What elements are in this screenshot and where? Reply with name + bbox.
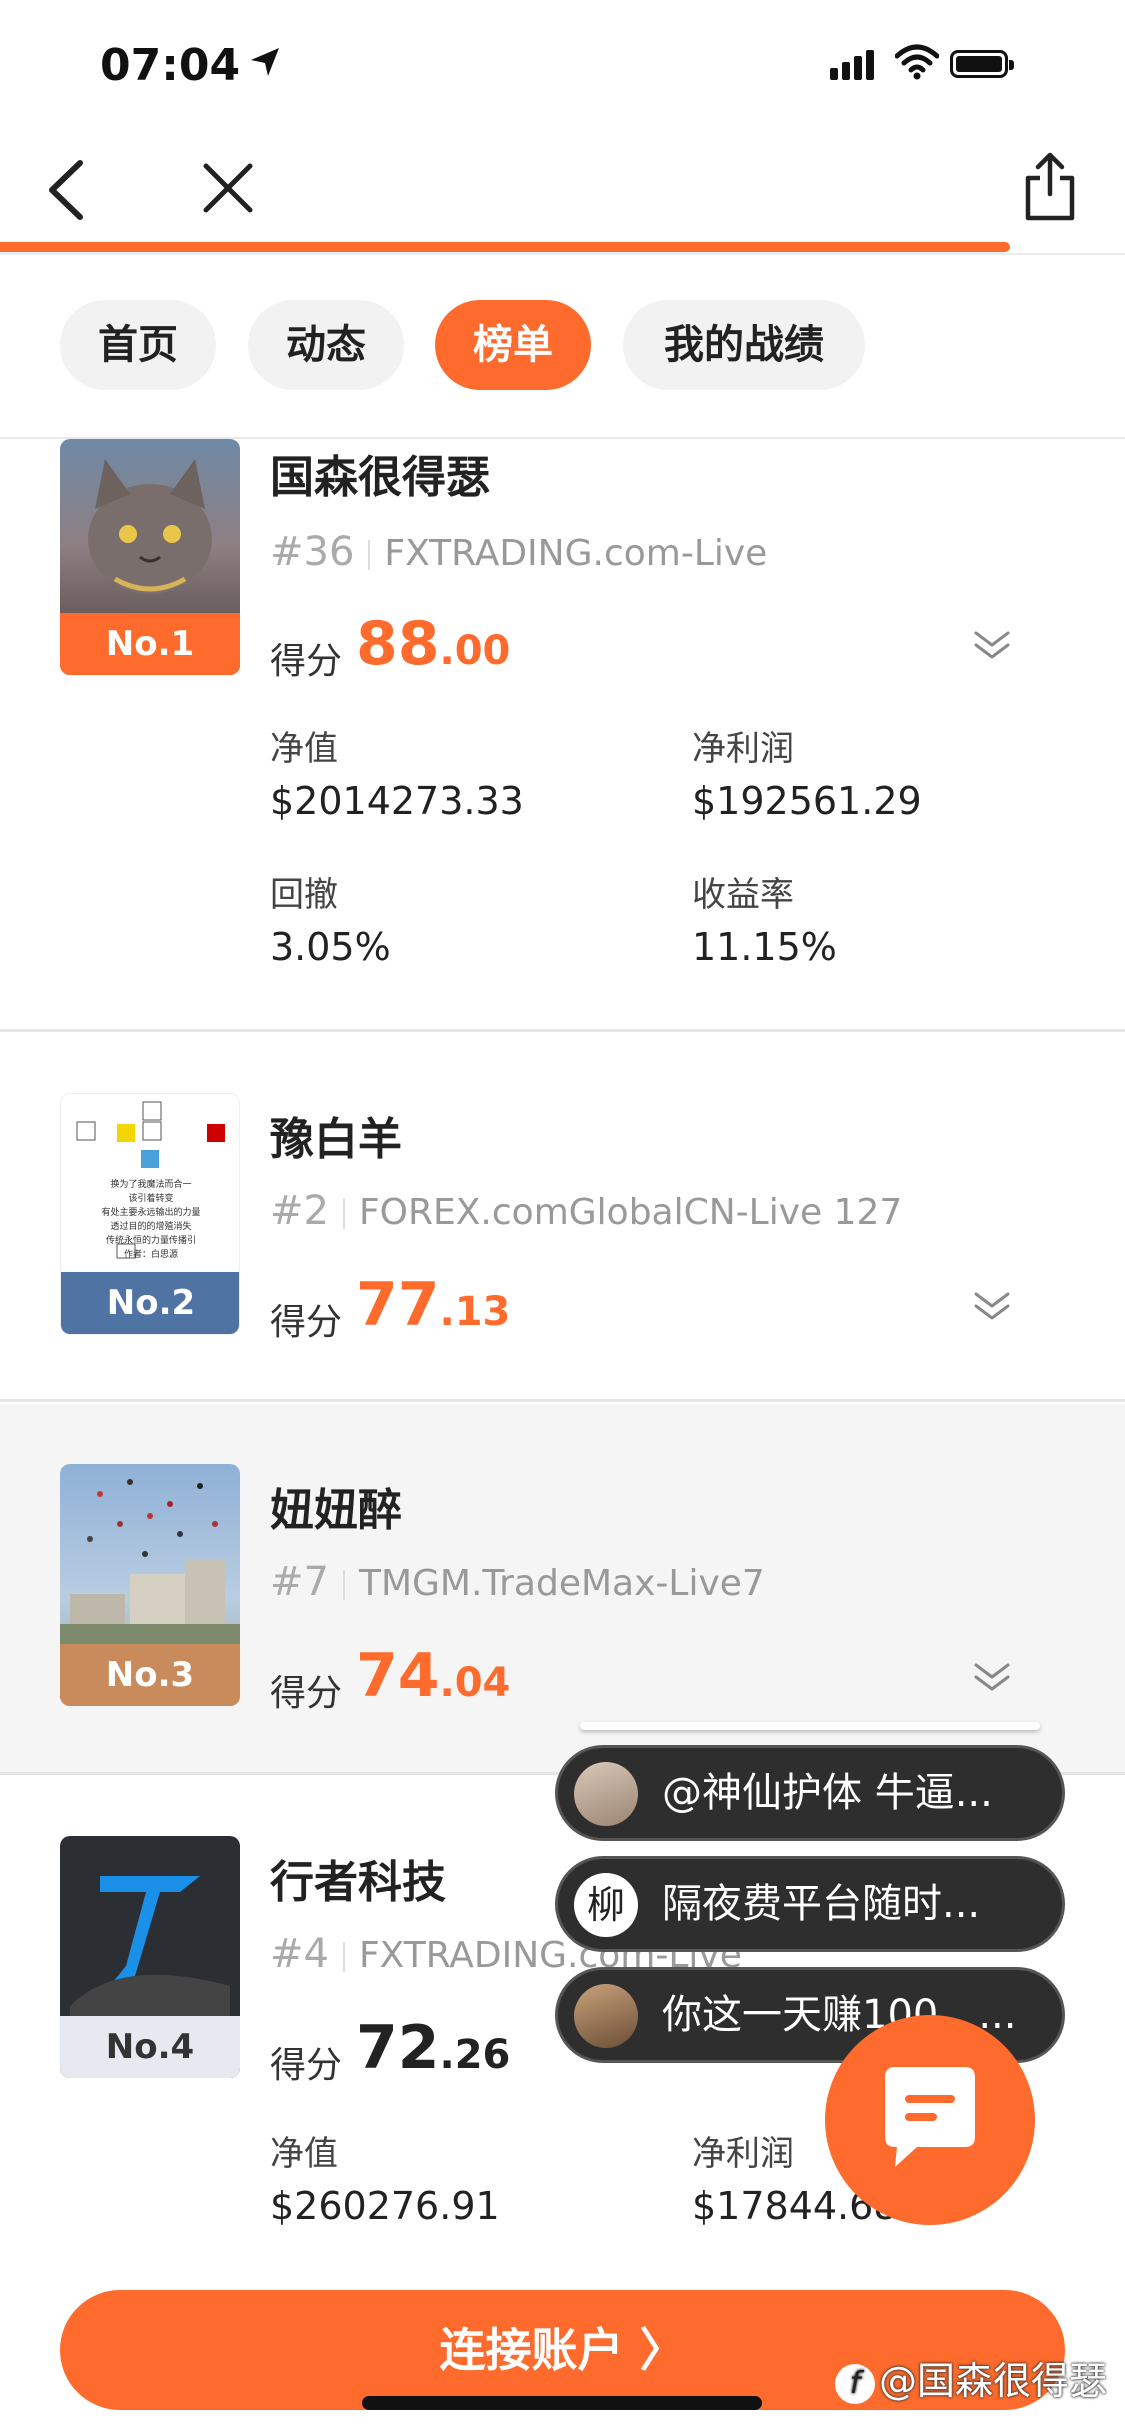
score-value: 72.26 — [356, 2013, 511, 2083]
account-id: #7 — [270, 1559, 329, 1605]
trader-name: 豫白羊 — [270, 1114, 402, 1165]
location-arrow-icon — [251, 48, 279, 76]
watermark: f @国森很得瑟 — [835, 2350, 1107, 2405]
trader-name: 国森很得瑟 — [270, 452, 490, 503]
stat-value-equity: $260276.91 — [270, 2184, 500, 2228]
tab-my-record[interactable]: 我的战绩 — [623, 300, 865, 390]
stat-label-drawdown: 回撤 — [270, 875, 338, 915]
company-logo-avatar — [70, 1876, 230, 2016]
rank-badge: No.2 — [61, 1272, 239, 1334]
account-id: #2 — [270, 1188, 329, 1234]
stat-label-net-profit: 净利润 — [692, 729, 794, 769]
wifi-icon — [895, 44, 939, 80]
tab-home[interactable]: 首页 — [60, 300, 216, 390]
score-value: 88.00 — [356, 609, 511, 679]
avatar: No.1 — [60, 439, 240, 675]
status-time: 07:04 — [100, 40, 241, 91]
comment-bubble[interactable]: 柳 隔夜费平台随时... — [555, 1856, 1065, 1952]
account-meta: #7 TMGM.TradeMax-Live7 — [270, 1559, 765, 1605]
broker-server: TMGM.TradeMax-Live7 — [358, 1563, 765, 1604]
expand-chevron-icon[interactable] — [968, 625, 1016, 665]
account-meta: #2 FOREX.comGlobalCN-Live 127 — [270, 1188, 902, 1234]
trader-name: 妞妞醉 — [270, 1485, 402, 1536]
account-meta: #36 FXTRADING.com-Live — [270, 529, 767, 575]
score-label: 得分 — [270, 2045, 343, 2086]
battery-icon — [950, 50, 1014, 78]
stat-label-equity: 净值 — [270, 729, 338, 769]
account-id: #36 — [270, 529, 355, 575]
commenter-avatar — [574, 1984, 638, 2048]
card-divider — [0, 1029, 1125, 1032]
rank-badge: No.3 — [60, 1644, 240, 1706]
trader-name: 行者科技 — [270, 1857, 446, 1908]
expand-chevron-icon[interactable] — [968, 1286, 1016, 1326]
score-label: 得分 — [270, 1302, 343, 1343]
balloons-avatar-image — [60, 1479, 240, 1644]
cellular-signal-icon — [830, 50, 880, 80]
avatar: No.3 — [60, 1464, 240, 1706]
stat-label-net-profit: 净利润 — [692, 2134, 794, 2174]
share-icon[interactable] — [1020, 150, 1080, 225]
score-value: 77.13 — [356, 1270, 511, 1340]
score-value: 74.04 — [356, 1641, 511, 1711]
commenter-avatar — [574, 1762, 638, 1826]
tab-leaderboard[interactable]: 榜单 — [435, 300, 591, 390]
stat-value-drawdown: 3.05% — [270, 925, 391, 969]
comment-text: @神仙护体 牛逼... — [662, 1770, 993, 1816]
stat-value-net-profit: $192561.29 — [692, 779, 922, 823]
card-divider — [0, 1399, 1125, 1402]
stat-label-return: 收益率 — [692, 875, 794, 915]
broker-server: FOREX.comGlobalCN-Live 127 — [358, 1192, 903, 1233]
account-id: #4 — [270, 1931, 329, 1977]
score-label: 得分 — [270, 641, 343, 682]
tab-activity[interactable]: 动态 — [248, 300, 404, 390]
stat-label-equity: 净值 — [270, 2134, 338, 2174]
close-icon[interactable] — [200, 160, 256, 216]
commenter-avatar: 柳 — [574, 1873, 638, 1937]
avatar: No.4 — [60, 1836, 240, 2078]
stat-value-equity: $2014273.33 — [270, 779, 524, 823]
watermark-logo-icon: f — [835, 2363, 875, 2404]
score-label: 得分 — [270, 1673, 343, 1714]
cat-avatar-image — [88, 459, 212, 594]
back-arrow-icon[interactable] — [40, 155, 90, 225]
comment-text: 隔夜费平台随时... — [662, 1881, 981, 1927]
chat-bubble-icon — [885, 2067, 975, 2167]
nav-divider — [0, 253, 1125, 255]
leaderboard-entry[interactable]: No.1 国森很得瑟 #36 FXTRADING.com-Live 得分 88.0… — [0, 439, 1125, 1032]
comment-fab-button[interactable] — [825, 2015, 1035, 2225]
stat-value-return: 11.15% — [692, 925, 837, 969]
expand-chevron-icon[interactable] — [968, 1657, 1016, 1697]
leaderboard-entry[interactable]: 换为了我魔法而合一 该引着转变 有处主要永远输出的力量 透过目的的增殖消失 传统… — [0, 1033, 1125, 1402]
rank-badge: No.4 — [60, 2016, 240, 2078]
page-load-progress-bar — [0, 242, 1010, 252]
broker-server: FXTRADING.com-Live — [384, 533, 768, 574]
leaderboard-entry[interactable]: No.3 妞妞醉 #7 TMGM.TradeMax-Live7 得分 74.04 — [0, 1404, 1125, 1775]
avatar: 换为了我魔法而合一 该引着转变 有处主要永远输出的力量 透过目的的增殖消失 传统… — [60, 1093, 240, 1335]
home-indicator[interactable] — [362, 2396, 762, 2410]
comment-bubble[interactable]: @神仙护体 牛逼... — [555, 1745, 1065, 1841]
rank-badge: No.1 — [60, 613, 240, 675]
avatar-caption: 换为了我魔法而合一 该引着转变 有处主要永远输出的力量 透过目的的增殖消失 传统… — [101, 1180, 201, 1260]
comment-panel-edge — [580, 1722, 1040, 1730]
